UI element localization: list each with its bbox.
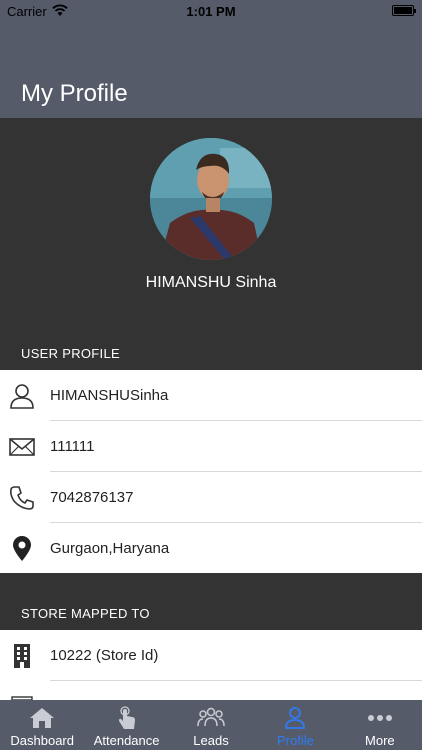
user-profile-heading: USER PROFILE xyxy=(0,342,422,370)
tab-label: Attendance xyxy=(93,733,160,748)
store-id-value: 10222 (Store Id) xyxy=(50,647,159,664)
location-pin-icon xyxy=(13,536,31,561)
user-profile-heading-label: USER PROFILE xyxy=(21,346,120,361)
name-value: HIMANSHUSinha xyxy=(50,387,169,404)
store-mapped-list: 10222 (Store Id) xyxy=(0,630,422,700)
phone-row[interactable]: 7042876137 xyxy=(0,472,422,523)
avatar[interactable] xyxy=(150,138,272,260)
tab-label: Profile xyxy=(276,733,314,748)
status-bar: Carrier 1:01 PM xyxy=(0,0,422,22)
group-icon xyxy=(197,707,225,727)
phone-value: 7042876137 xyxy=(50,489,134,506)
page-title: My Profile xyxy=(21,80,128,107)
phone-icon xyxy=(10,486,34,510)
tab-attendance[interactable]: Attendance xyxy=(84,700,168,750)
clock: 1:01 PM xyxy=(186,4,236,19)
avatar-photo xyxy=(150,138,272,260)
touch-hand-icon xyxy=(118,706,135,729)
location-row[interactable]: Gurgaon,Haryana xyxy=(0,523,422,574)
person-icon xyxy=(285,707,306,729)
store-mapped-heading: STORE MAPPED TO xyxy=(0,573,422,630)
store-id-row[interactable]: 10222 (Store Id) xyxy=(0,630,422,681)
tab-more[interactable]: More xyxy=(338,700,422,750)
profile-summary: HIMANSHU Sinha xyxy=(0,118,422,342)
home-icon xyxy=(30,708,55,728)
location-value: Gurgaon,Haryana xyxy=(50,540,170,557)
tab-profile[interactable]: Profile xyxy=(253,700,337,750)
mail-icon xyxy=(9,438,35,456)
tab-dashboard[interactable]: Dashboard xyxy=(0,700,84,750)
tab-label: Dashboard xyxy=(10,733,74,748)
profile-name: HIMANSHU Sinha xyxy=(145,274,277,291)
battery-icon xyxy=(392,5,416,16)
building-icon xyxy=(14,644,30,668)
email-value: 111111 xyxy=(50,438,95,455)
more-dots-icon xyxy=(367,715,392,721)
store-mapped-heading-label: STORE MAPPED TO xyxy=(21,606,150,621)
user-profile-list: HIMANSHUSinha 111111 7042876137 Gurgaon,… xyxy=(0,370,422,573)
store-row-partial xyxy=(0,681,422,700)
email-row[interactable]: 111111 xyxy=(0,421,422,472)
tab-leads[interactable]: Leads xyxy=(169,700,253,750)
name-row[interactable]: HIMANSHUSinha xyxy=(0,370,422,421)
nav-header: My Profile xyxy=(0,22,422,118)
person-icon xyxy=(10,384,34,409)
tab-bar: Dashboard Attendance Leads Profile More xyxy=(0,700,422,750)
tab-label: Leads xyxy=(193,733,229,748)
tab-label: More xyxy=(365,733,395,748)
